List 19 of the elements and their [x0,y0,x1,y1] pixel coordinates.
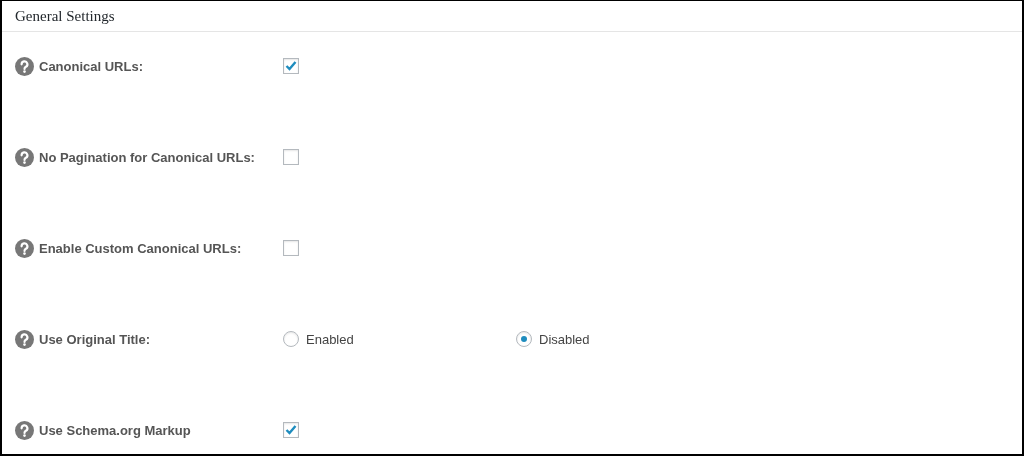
setting-label: Canonical URLs: [39,58,143,74]
help-icon[interactable] [15,147,34,167]
setting-label: No Pagination for Canonical URLs: [39,149,255,165]
help-icon[interactable] [15,420,34,440]
panel-title: General Settings [2,1,1022,32]
setting-label: Use Schema.org Markup [39,422,191,438]
setting-label: Use Original Title: [39,331,150,347]
radio-button[interactable] [516,331,532,347]
option-label[interactable]: Enabled [306,331,354,347]
help-icon[interactable] [15,238,34,258]
help-icon[interactable] [15,329,34,349]
checkbox[interactable] [283,149,299,165]
checkbox[interactable] [283,422,299,438]
setting-label: Enable Custom Canonical URLs: [39,240,242,256]
checkbox[interactable] [283,58,299,74]
checkbox[interactable] [283,240,299,256]
help-icon[interactable] [15,56,34,76]
option-label[interactable]: Disabled [539,331,590,347]
radio-button[interactable] [283,331,299,347]
